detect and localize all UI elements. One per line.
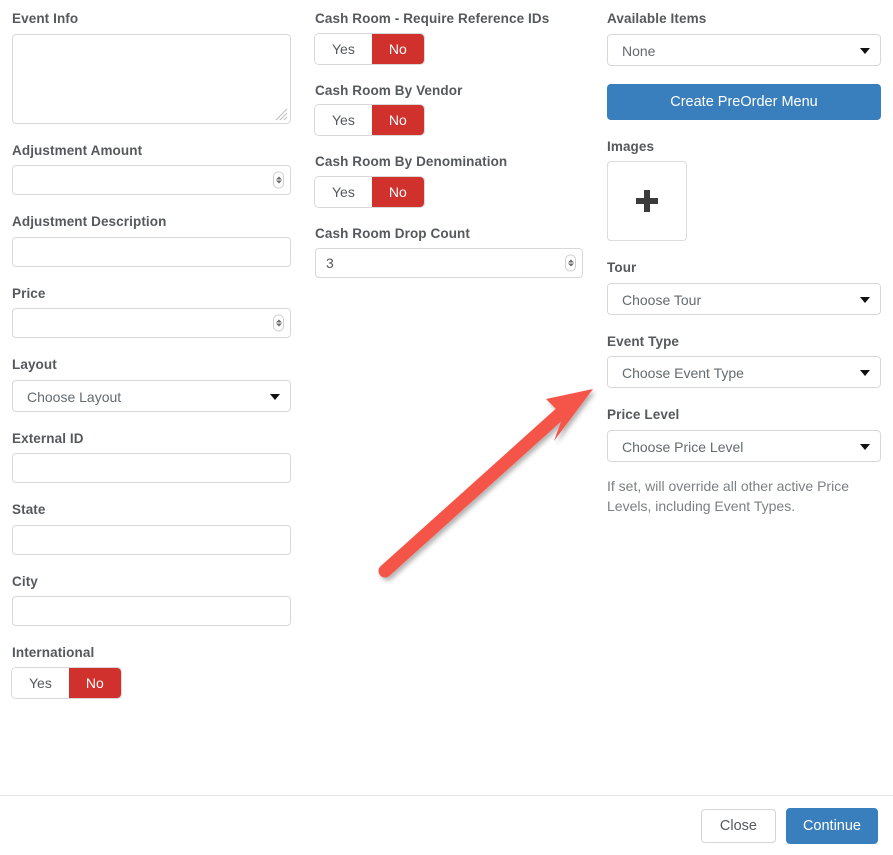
field-event-type: Event Type Choose Event Type bbox=[607, 333, 881, 389]
form-column-middle: Cash Room - Require Reference IDs Yes No… bbox=[303, 10, 595, 296]
cash-room-by-vendor-toggle-group[interactable]: Yes No bbox=[315, 105, 424, 135]
international-yes-button[interactable]: Yes bbox=[12, 668, 69, 698]
layout-select[interactable]: Choose Layout bbox=[12, 380, 291, 412]
stepper-up-icon[interactable] bbox=[568, 260, 574, 263]
field-create-preorder-menu: Create PreOrder Menu bbox=[607, 84, 881, 120]
cash-room-by-vendor-yes-button[interactable]: Yes bbox=[315, 105, 372, 135]
modal-footer: Close Continue bbox=[0, 795, 893, 855]
field-adjustment-amount: Adjustment Amount bbox=[12, 142, 291, 196]
field-external-id: External ID bbox=[12, 430, 291, 484]
create-preorder-menu-button[interactable]: Create PreOrder Menu bbox=[607, 84, 881, 120]
require-reference-ids-yes-button[interactable]: Yes bbox=[315, 34, 372, 64]
label-cash-room-drop-count: Cash Room Drop Count bbox=[315, 225, 583, 243]
label-price: Price bbox=[12, 285, 291, 303]
label-external-id: External ID bbox=[12, 430, 291, 448]
plus-icon bbox=[636, 190, 658, 212]
price-level-select[interactable]: Choose Price Level bbox=[607, 430, 881, 462]
stepper-down-icon[interactable] bbox=[276, 324, 282, 327]
label-adjustment-amount: Adjustment Amount bbox=[12, 142, 291, 160]
adjustment-amount-wrap bbox=[12, 165, 291, 195]
label-cash-room-by-vendor: Cash Room By Vendor bbox=[315, 82, 583, 100]
label-international: International bbox=[12, 644, 291, 662]
event-form-body: Event Info Adjustment Amount bbox=[0, 0, 893, 795]
external-id-input[interactable] bbox=[12, 453, 291, 483]
continue-button[interactable]: Continue bbox=[786, 808, 878, 844]
cash-room-by-denomination-yes-button[interactable]: Yes bbox=[315, 177, 372, 207]
cash-room-by-denomination-toggle-group[interactable]: Yes No bbox=[315, 177, 424, 207]
field-international: International Yes No bbox=[12, 644, 291, 698]
price-level-select-wrap[interactable]: Choose Price Level bbox=[607, 430, 881, 462]
tour-select[interactable]: Choose Tour bbox=[607, 283, 881, 315]
event-type-select-wrap[interactable]: Choose Event Type bbox=[607, 356, 881, 388]
label-price-level: Price Level bbox=[607, 406, 881, 424]
field-price: Price bbox=[12, 285, 291, 339]
label-state: State bbox=[12, 501, 291, 519]
adjustment-amount-input[interactable] bbox=[12, 165, 291, 195]
available-items-select[interactable]: None bbox=[607, 34, 881, 66]
field-require-reference-ids: Cash Room - Require Reference IDs Yes No bbox=[315, 10, 583, 64]
field-adjustment-description: Adjustment Description bbox=[12, 213, 291, 267]
price-level-help-text: If set, will override all other active P… bbox=[607, 476, 867, 516]
cash-room-drop-count-stepper[interactable] bbox=[565, 255, 576, 272]
cash-room-by-vendor-no-button[interactable]: No bbox=[372, 105, 424, 135]
city-input[interactable] bbox=[12, 596, 291, 626]
require-reference-ids-toggle-group[interactable]: Yes No bbox=[315, 34, 424, 64]
layout-select-wrap[interactable]: Choose Layout bbox=[12, 380, 291, 412]
state-input[interactable] bbox=[12, 525, 291, 555]
label-tour: Tour bbox=[607, 259, 881, 277]
event-info-textarea-wrap bbox=[12, 34, 291, 124]
adjustment-description-input[interactable] bbox=[12, 237, 291, 267]
field-cash-room-by-vendor: Cash Room By Vendor Yes No bbox=[315, 82, 583, 136]
event-info-textarea[interactable] bbox=[12, 34, 291, 124]
field-tour: Tour Choose Tour bbox=[607, 259, 881, 315]
stepper-up-icon[interactable] bbox=[276, 320, 282, 323]
label-city: City bbox=[12, 573, 291, 591]
close-button[interactable]: Close bbox=[701, 809, 776, 843]
field-layout: Layout Choose Layout bbox=[12, 356, 291, 412]
international-no-button[interactable]: No bbox=[69, 668, 121, 698]
field-available-items: Available Items None bbox=[607, 10, 881, 66]
cash-room-drop-count-input[interactable] bbox=[315, 248, 583, 278]
field-city: City bbox=[12, 573, 291, 627]
international-toggle-group[interactable]: Yes No bbox=[12, 668, 121, 698]
price-input[interactable] bbox=[12, 308, 291, 338]
label-images: Images bbox=[607, 138, 881, 156]
label-available-items: Available Items bbox=[607, 10, 881, 28]
label-event-type: Event Type bbox=[607, 333, 881, 351]
label-layout: Layout bbox=[12, 356, 291, 374]
stepper-up-icon[interactable] bbox=[276, 177, 282, 180]
price-stepper[interactable] bbox=[273, 315, 284, 332]
tour-select-wrap[interactable]: Choose Tour bbox=[607, 283, 881, 315]
add-image-button[interactable] bbox=[607, 161, 687, 241]
form-column-right: Available Items None Create PreOrder Men… bbox=[595, 10, 893, 534]
event-type-select[interactable]: Choose Event Type bbox=[607, 356, 881, 388]
price-wrap bbox=[12, 308, 291, 338]
field-images: Images bbox=[607, 138, 881, 242]
label-cash-room-by-denomination: Cash Room By Denomination bbox=[315, 153, 583, 171]
field-cash-room-by-denomination: Cash Room By Denomination Yes No bbox=[315, 153, 583, 207]
field-price-level: Price Level Choose Price Level If set, w… bbox=[607, 406, 881, 516]
stepper-down-icon[interactable] bbox=[568, 264, 574, 267]
require-reference-ids-no-button[interactable]: No bbox=[372, 34, 424, 64]
field-cash-room-drop-count: Cash Room Drop Count bbox=[315, 225, 583, 279]
adjustment-amount-stepper[interactable] bbox=[273, 172, 284, 189]
cash-room-by-denomination-no-button[interactable]: No bbox=[372, 177, 424, 207]
label-adjustment-description: Adjustment Description bbox=[12, 213, 291, 231]
field-event-info: Event Info bbox=[12, 10, 291, 124]
form-columns: Event Info Adjustment Amount bbox=[0, 10, 893, 716]
cash-room-drop-count-wrap bbox=[315, 248, 583, 278]
form-column-left: Event Info Adjustment Amount bbox=[0, 10, 303, 716]
label-require-reference-ids: Cash Room - Require Reference IDs bbox=[315, 10, 583, 28]
available-items-select-wrap[interactable]: None bbox=[607, 34, 881, 66]
label-event-info: Event Info bbox=[12, 10, 291, 28]
field-state: State bbox=[12, 501, 291, 555]
stepper-down-icon[interactable] bbox=[276, 181, 282, 184]
